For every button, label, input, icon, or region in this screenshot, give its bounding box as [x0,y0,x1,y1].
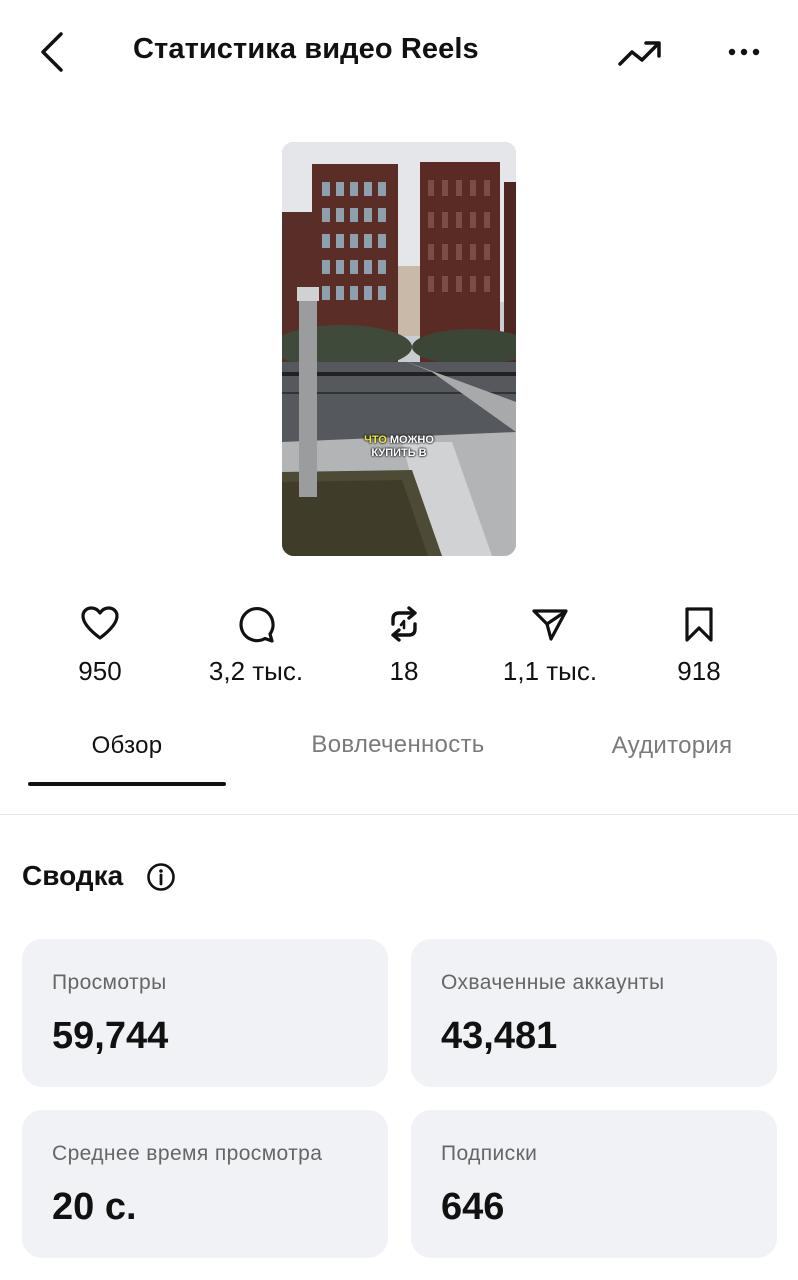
stat-likes-value: 950 [78,656,122,686]
caption-line2: КУПИТЬ В [371,447,427,459]
stat-shares[interactable]: 1,1 тыс. [470,600,630,687]
active-tab-indicator [28,782,226,786]
stat-reposts-value: 18 [389,656,419,686]
trending-up-icon [618,41,661,66]
metric-label: Просмотры [52,971,167,994]
metric-card-follows[interactable]: Подписки 646 [411,1110,777,1258]
metric-value: 59,744 [52,1015,169,1057]
video-thumbnail[interactable]: ЧТО МОЖНО КУПИТЬ В [282,142,516,556]
stat-comments[interactable]: 3,2 тыс. [176,600,336,687]
stat-saves-value: 918 [677,656,721,686]
tab-overview[interactable]: Обзор [28,732,226,760]
tab-engagement[interactable]: Вовлеченность [300,728,496,762]
caption-line1-rest: МОЖНО [386,434,434,446]
more-horizontal-icon [728,48,760,56]
tab-bar: Обзор Вовлеченность Аудитория [0,720,798,815]
video-caption: ЧТО МОЖНО КУПИТЬ В [282,434,516,460]
metric-value: 43,481 [441,1015,558,1057]
info-button[interactable] [146,862,176,892]
metric-value: 646 [441,1186,505,1228]
stat-shares-value: 1,1 тыс. [502,656,598,686]
back-button[interactable] [34,28,74,76]
tab-audience[interactable]: Аудитория [580,732,764,760]
page-title: Статистика видео Reels [133,33,479,65]
engagement-stats: 950 3,2 тыс. 18 1,1 тыс. 918 [0,600,798,700]
share-icon [532,609,568,641]
top-bar: Статистика видео Reels [0,0,798,105]
bookmark-icon [685,607,713,642]
caption-highlight: ЧТО [364,434,387,446]
stat-likes[interactable]: 950 [20,600,180,687]
stat-reposts[interactable]: 18 [324,600,484,687]
thumbnail-image [282,142,516,556]
more-button[interactable] [724,40,764,64]
metric-card-avg-watch-time[interactable]: Среднее время просмотра 20 с. [22,1110,388,1258]
metric-label: Охваченные аккаунты [441,971,665,994]
metric-value: 20 с. [52,1186,137,1228]
chevron-left-icon [41,32,63,72]
repost-icon [391,606,417,642]
metric-card-reach[interactable]: Охваченные аккаунты 43,481 [411,939,777,1087]
summary-title: Сводка [22,860,124,891]
stat-comments-value: 3,2 тыс. [208,656,304,686]
heart-icon [81,606,119,640]
comment-icon [239,607,275,643]
metric-label: Среднее время просмотра [52,1142,323,1165]
metric-label: Подписки [441,1142,538,1165]
metric-card-views[interactable]: Просмотры 59,744 [22,939,388,1087]
stat-saves[interactable]: 918 [619,600,779,687]
info-icon [147,863,175,891]
trend-button[interactable] [616,34,664,74]
